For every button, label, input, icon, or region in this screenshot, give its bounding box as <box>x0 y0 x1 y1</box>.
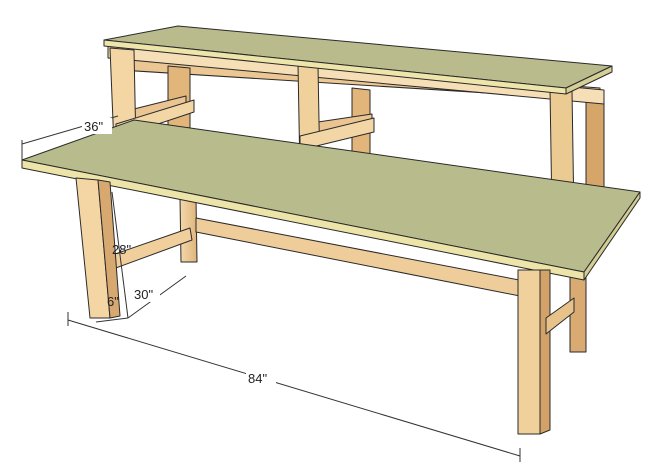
lower-front-right-leg <box>517 269 551 435</box>
dimension-line-6 <box>95 317 129 323</box>
workbench-diagram: 36" 28" 30" 6" 84" <box>21 25 641 462</box>
dimension-line-84 <box>67 312 521 462</box>
dimension-label-36: 36" <box>84 119 103 134</box>
dimension-label-6: 6" <box>107 294 119 309</box>
dimension-label-30: 30" <box>134 287 153 302</box>
dimension-label-84: 84" <box>248 371 267 386</box>
dimension-label-28: 28" <box>112 242 131 257</box>
